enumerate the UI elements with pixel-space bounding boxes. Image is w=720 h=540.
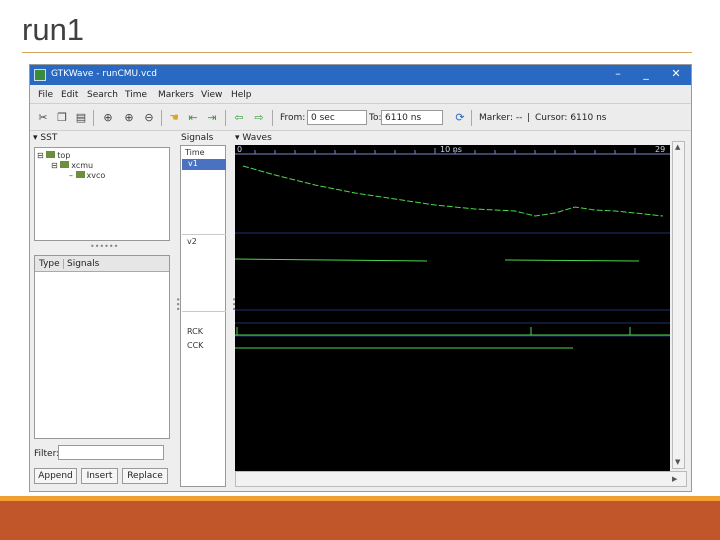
signal-row-rck[interactable]: RCK (187, 327, 203, 336)
paste-icon[interactable]: ▤ (74, 111, 88, 125)
tree-item-xcmu[interactable]: ⊟ xcmu (51, 161, 93, 170)
hand-icon[interactable]: ☚ (167, 111, 181, 125)
sst-signal-table[interactable]: Type Signals (34, 255, 170, 439)
scroll-right-icon[interactable]: ▶ (672, 475, 677, 483)
to-field[interactable]: 6110 ns (381, 110, 443, 125)
arrow-right-icon[interactable]: ⇨ (252, 111, 266, 125)
zoom-fit-icon[interactable]: ⊕ (101, 111, 115, 125)
toolbar-separator (93, 110, 94, 126)
arrow-left-icon[interactable]: ⇦ (232, 111, 246, 125)
signal-divider (182, 234, 226, 235)
window-titlebar[interactable]: GTKWave - runCMU.vcd – _ ✕ (30, 65, 691, 85)
sst-tree[interactable]: ⊟ top ⊟ xcmu – xvco (34, 147, 170, 241)
signal-row-cck[interactable]: CCK (187, 341, 203, 350)
cut-icon[interactable]: ✂ (36, 111, 50, 125)
module-icon (46, 151, 56, 158)
cursor-readout: Cursor: 6110 ns (535, 113, 607, 123)
signals-label: Signals (181, 133, 214, 143)
scroll-up-icon[interactable]: ▲ (675, 143, 680, 151)
waves-vertical-scrollbar[interactable]: ▲ ▼ (672, 141, 685, 469)
waves-horizontal-scrollbar[interactable]: ▶ (235, 471, 687, 487)
toolbar-separator (272, 110, 273, 126)
menu-markers[interactable]: Markers (158, 90, 194, 100)
slide: run1 GTKWave - runCMU.vcd – _ ✕ File Edi… (0, 0, 720, 540)
filter-input[interactable] (58, 445, 164, 460)
tree-label: xcmu (71, 161, 94, 170)
signals-pane[interactable]: Time v1 v2 RCK CCK (180, 145, 226, 487)
ruler-label-start: 0 (237, 145, 242, 154)
to-label: To: (369, 113, 382, 123)
waves-label-text: Waves (242, 133, 272, 143)
slide-title: run1 (22, 12, 85, 47)
zoom-in-icon[interactable]: ⊕ (122, 111, 136, 125)
signal-row-v2[interactable]: v2 (187, 237, 197, 246)
trace-v1 (242, 165, 664, 217)
type-column-header[interactable]: Type (39, 259, 60, 269)
title-rule (22, 52, 692, 53)
tree-item-top[interactable]: ⊟ top (37, 151, 70, 160)
jump-start-icon[interactable]: ⇤ (186, 111, 200, 125)
append-button[interactable]: Append (34, 468, 77, 484)
menu-search[interactable]: Search (87, 90, 118, 100)
sst-table-header: Type Signals (35, 256, 169, 272)
sst-label[interactable]: ▾ SST (33, 133, 57, 143)
waves-label: ▾ Waves (235, 133, 272, 143)
replace-button[interactable]: Replace (122, 468, 168, 484)
toolbar-separator (471, 110, 472, 126)
menu-help[interactable]: Help (231, 90, 252, 100)
jump-end-icon[interactable]: ⇥ (205, 111, 219, 125)
gtkwave-window: GTKWave - runCMU.vcd – _ ✕ File Edit Sea… (29, 64, 692, 492)
ruler-label-mid: 10 ns (440, 145, 462, 154)
app-icon (34, 69, 46, 81)
trace-v2-segment (504, 259, 640, 262)
signals-column-header[interactable]: Signals (63, 259, 99, 269)
signal-divider (182, 311, 226, 312)
insert-button[interactable]: Insert (81, 468, 118, 484)
from-field[interactable]: 0 sec (307, 110, 367, 125)
menu-edit[interactable]: Edit (61, 90, 78, 100)
minimize-button[interactable]: – (610, 67, 626, 80)
toolbar: ✂ ❐ ▤ ⊕ ⊕ ⊖ ☚ ⇤ ⇥ ⇦ ⇨ From: 0 sec To: 61… (30, 105, 691, 131)
reload-icon[interactable]: ⟳ (453, 111, 467, 125)
scroll-down-icon[interactable]: ▼ (675, 458, 680, 466)
menu-time[interactable]: Time (125, 90, 147, 100)
from-label: From: (280, 113, 306, 123)
pane-grip-icon[interactable]: •••••• (90, 242, 118, 251)
toolbar-separator (225, 110, 226, 126)
zoom-out-icon[interactable]: ⊖ (142, 111, 156, 125)
module-icon (60, 161, 70, 168)
tree-label: top (57, 151, 71, 160)
tree-label: xvco (86, 171, 106, 180)
signal-row-v1[interactable]: v1 (182, 159, 226, 170)
footer-bar (0, 501, 720, 540)
menu-bar: File Edit Search Time Markers View Help (30, 86, 691, 104)
readout-separator: | (527, 113, 531, 123)
close-button[interactable]: ✕ (668, 67, 684, 80)
ruler-label-end: 29 (655, 145, 665, 154)
menu-file[interactable]: File (38, 90, 53, 100)
filter-label: Filter: (34, 449, 60, 459)
tree-item-xvco[interactable]: – xvco (69, 171, 105, 180)
waves-canvas[interactable]: 0 10 ns 29 (235, 145, 670, 471)
window-title: GTKWave - runCMU.vcd (51, 69, 157, 79)
module-icon (75, 171, 85, 178)
toolbar-separator (161, 110, 162, 126)
trace-v2-segment (235, 258, 428, 262)
maximize-button[interactable]: _ (638, 67, 654, 80)
marker-readout: Marker: -- (479, 113, 523, 123)
copy-icon[interactable]: ❐ (55, 111, 69, 125)
menu-view[interactable]: View (201, 90, 222, 100)
time-signal: Time (185, 148, 205, 157)
sst-label-text: SST (40, 133, 58, 143)
